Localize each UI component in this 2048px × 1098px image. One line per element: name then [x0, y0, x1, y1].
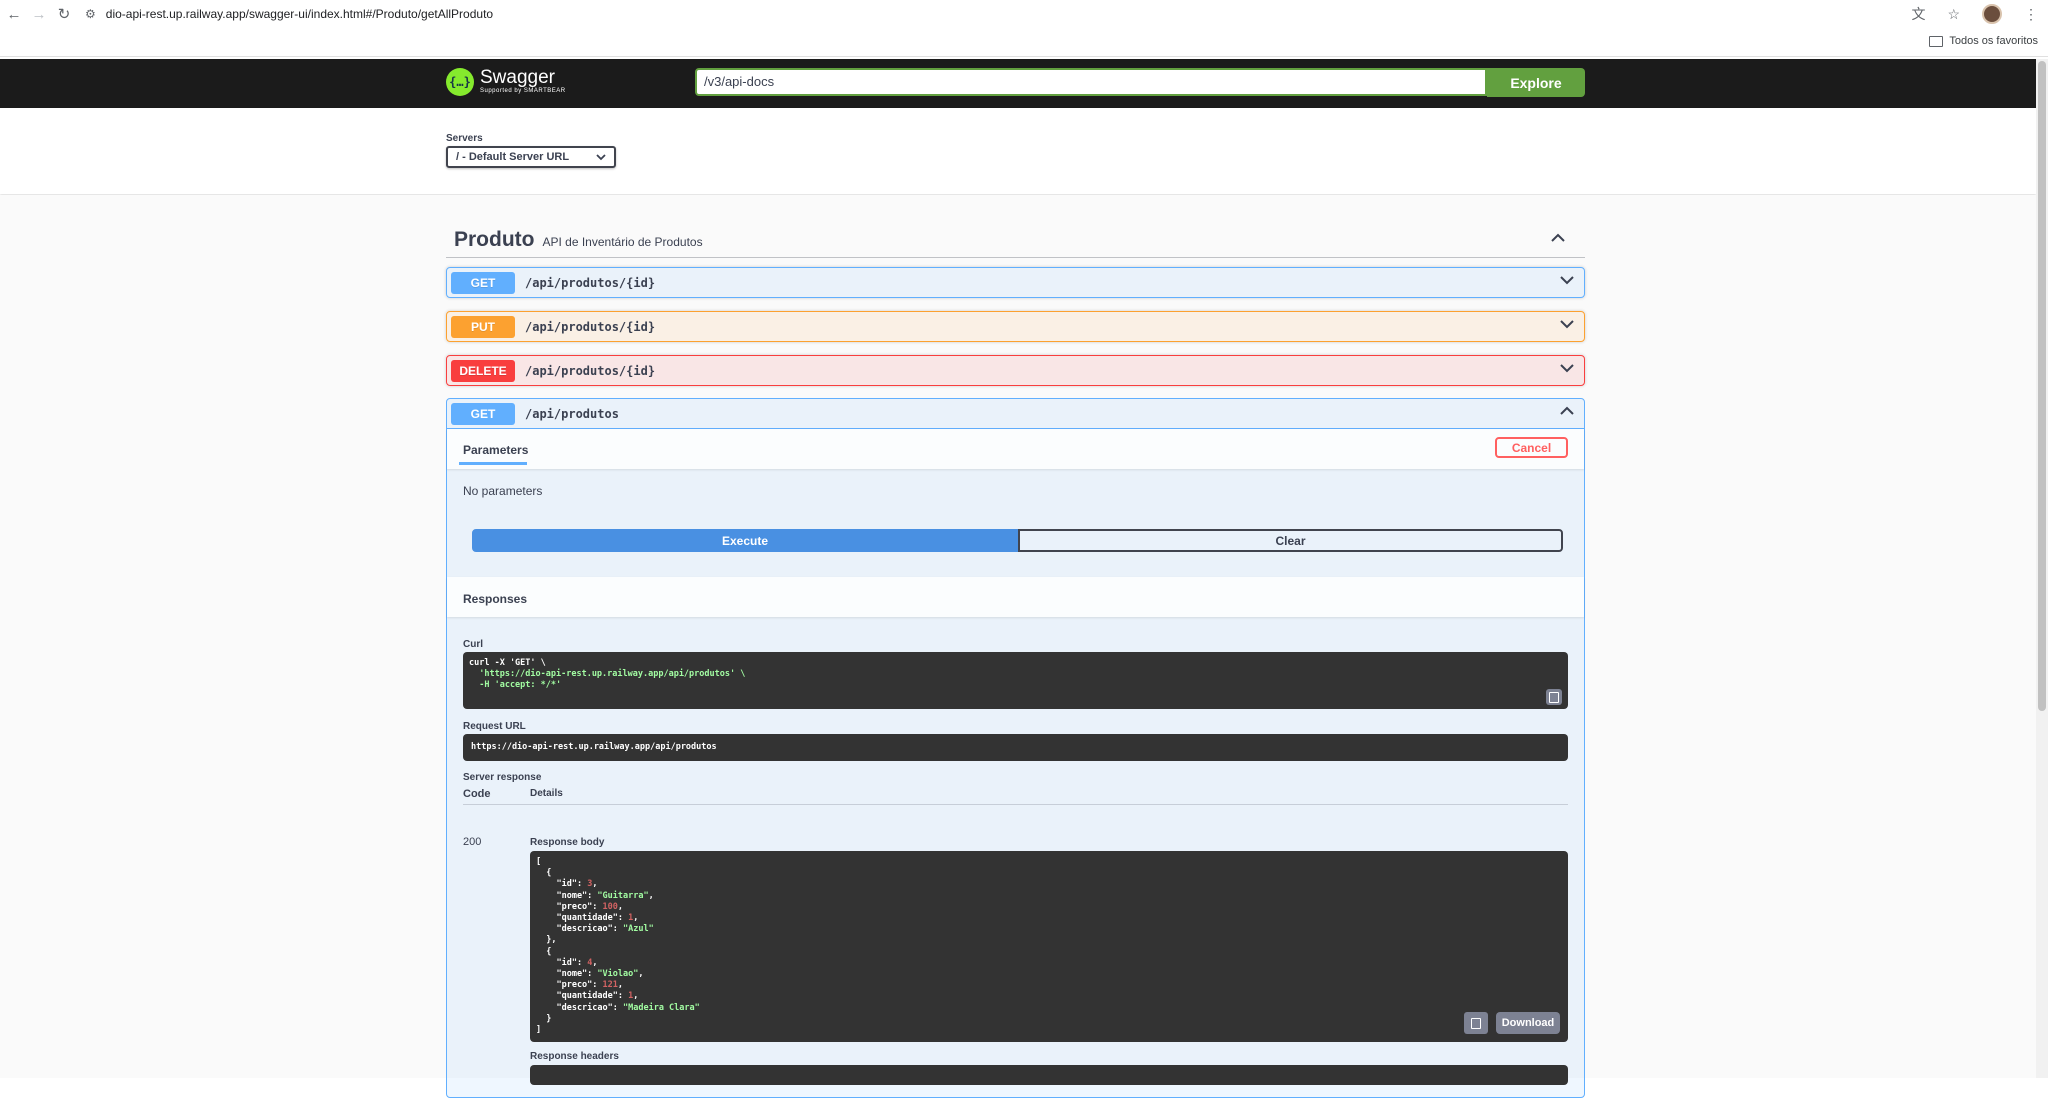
folder-icon [1929, 35, 1944, 47]
copy-icon [1471, 1017, 1481, 1029]
swagger-logo[interactable]: {…} Swagger Supported by SMARTBEAR [446, 68, 566, 96]
details-column-header: Details [530, 788, 563, 799]
swagger-logo-icon: {…} [446, 68, 474, 96]
curl-line: -H 'accept: */*' [469, 680, 562, 691]
opblock-path: /api/produtos/{id} [525, 275, 656, 290]
response-status-code: 200 [463, 836, 482, 848]
logo-sub: Supported by SMARTBEAR [480, 88, 566, 94]
reload-icon[interactable]: ↻ [53, 3, 75, 25]
opblock-get-all-produtos: GET /api/produtos Parameters Cancel No p… [446, 398, 1585, 1098]
request-url-text: https://dio-api-rest.up.railway.app/api/… [471, 742, 717, 752]
explore-button[interactable]: Explore [1487, 68, 1585, 97]
scrollbar-thumb[interactable] [2038, 61, 2046, 711]
chevron-down-icon[interactable] [1560, 364, 1574, 373]
page-scrollbar[interactable] [2036, 59, 2048, 1078]
logo-name: Swagger [480, 67, 555, 88]
clear-button[interactable]: Clear [1018, 529, 1563, 552]
opblock-path: /api/produtos/{id} [525, 319, 656, 334]
responses-header: Responses [447, 577, 1584, 617]
bookmark-star-icon[interactable]: ☆ [1947, 6, 1960, 23]
translate-icon[interactable]: 文 [1911, 4, 1925, 24]
method-badge: GET [451, 271, 515, 294]
url-text[interactable]: dio-api-rest.up.railway.app/swagger-ui/i… [106, 7, 493, 21]
tag-name: Produto [454, 228, 535, 251]
method-badge: GET [451, 402, 515, 425]
opblock-path: /api/produtos [525, 406, 619, 421]
code-column-header: Code [463, 788, 491, 800]
site-settings-icon[interactable]: ⚙ [85, 7, 96, 21]
menu-icon[interactable]: ⋮ [2024, 6, 2038, 23]
download-button[interactable]: Download [1496, 1012, 1560, 1034]
bookmarks-bar: Todos os favoritos [0, 29, 2048, 57]
execute-button[interactable]: Execute [472, 529, 1018, 552]
opblock-summary[interactable]: GET /api/produtos [447, 399, 1584, 429]
response-json: [ { "id": 3, "nome": "Guitarra", "preco"… [536, 857, 700, 1036]
profile-avatar[interactable] [1982, 4, 2002, 24]
no-parameters-text: No parameters [463, 484, 543, 498]
servers-label: Servers [446, 133, 483, 144]
all-bookmarks-label[interactable]: Todos os favoritos [1949, 35, 2038, 47]
chevron-down-icon[interactable] [1560, 320, 1574, 329]
parameters-header: Parameters Cancel [447, 429, 1584, 469]
chevron-up-icon[interactable] [1551, 233, 1565, 242]
chevron-up-icon[interactable] [1560, 406, 1574, 415]
response-table-header: Code Details [463, 782, 1568, 805]
forward-icon[interactable]: → [28, 3, 50, 25]
opblock-get-produto-by-id[interactable]: GET /api/produtos/{id} [446, 267, 1585, 298]
response-headers-block[interactable] [530, 1065, 1568, 1085]
swagger-topbar: {…} Swagger Supported by SMARTBEAR /v3/a… [0, 59, 2036, 108]
address-bar[interactable]: ⚙ dio-api-rest.up.railway.app/swagger-ui… [85, 7, 493, 21]
opblock-delete-produto[interactable]: DELETE /api/produtos/{id} [446, 355, 1585, 386]
request-url-block[interactable]: https://dio-api-rest.up.railway.app/api/… [463, 734, 1568, 761]
response-body-label: Response body [530, 837, 605, 848]
cancel-button[interactable]: Cancel [1495, 437, 1568, 458]
curl-line: 'https://dio-api-rest.up.railway.app/api… [469, 669, 746, 680]
chevron-down-icon [596, 153, 606, 160]
method-badge: DELETE [451, 359, 515, 382]
browser-toolbar: ← → ↻ ⚙ dio-api-rest.up.railway.app/swag… [0, 0, 2048, 28]
copy-icon [1549, 691, 1559, 703]
request-url-label: Request URL [463, 721, 526, 732]
tag-description: API de Inventário de Produtos [542, 234, 703, 249]
curl-label: Curl [463, 639, 483, 650]
copy-response-button[interactable] [1464, 1012, 1488, 1034]
response-headers-label: Response headers [530, 1051, 619, 1062]
opblock-path: /api/produtos/{id} [525, 363, 656, 378]
tag-header[interactable]: Produto API de Inventário de Produtos [446, 223, 1585, 258]
main-area: Produto API de Inventário de Produtos GE… [0, 195, 2036, 1098]
response-body-block[interactable]: [ { "id": 3, "nome": "Guitarra", "preco"… [530, 851, 1568, 1042]
curl-line: curl -X 'GET' \ [469, 658, 546, 668]
curl-code-block[interactable]: curl -X 'GET' \ 'https://dio-api-rest.up… [463, 652, 1568, 709]
spec-url-input[interactable]: /v3/api-docs [695, 68, 1487, 96]
method-badge: PUT [451, 315, 515, 338]
all-bookmarks[interactable]: Todos os favoritos [1929, 35, 2038, 47]
copy-curl-button[interactable] [1546, 689, 1562, 705]
opblock-put-produto[interactable]: PUT /api/produtos/{id} [446, 311, 1585, 342]
servers-select[interactable]: / - Default Server URL [446, 146, 616, 168]
tab-parameters[interactable]: Parameters [463, 443, 528, 457]
responses-title: Responses [463, 592, 528, 606]
back-icon[interactable]: ← [3, 3, 25, 25]
servers-container: Servers / - Default Server URL [0, 108, 2036, 194]
chevron-down-icon[interactable] [1560, 276, 1574, 285]
tab-underline [459, 462, 527, 465]
servers-selected: / - Default Server URL [456, 151, 570, 163]
